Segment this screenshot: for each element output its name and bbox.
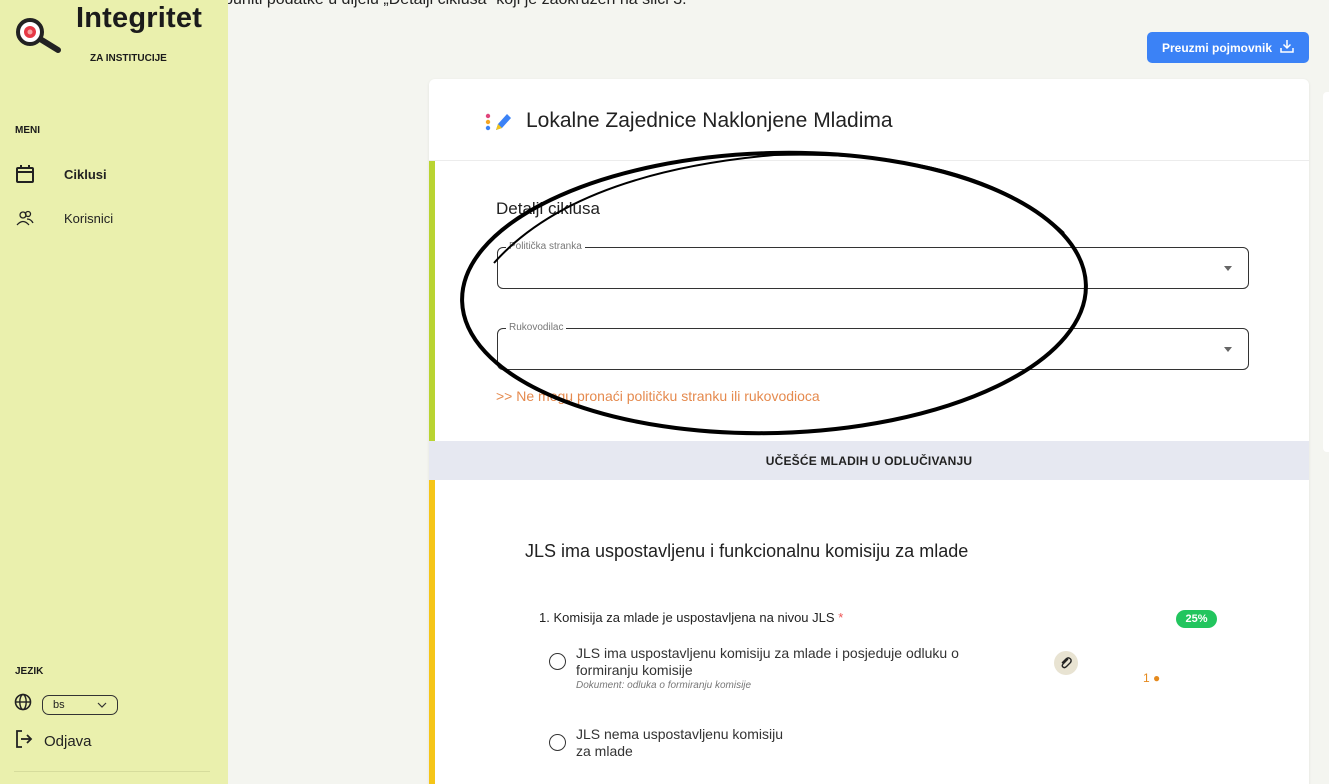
political-party-label: Politička stranka <box>506 241 585 252</box>
sidebar-item-label: Ciklusi <box>64 166 107 182</box>
star-icon: ● <box>1149 671 1161 685</box>
chevron-down-icon <box>97 699 107 711</box>
sidebar-item-ciklusi[interactable]: Ciklusi <box>14 160 214 188</box>
section-heading: JLS ima uspostavljenu i funkcionalnu kom… <box>525 541 969 561</box>
download-glossary-button[interactable]: Preuzmi pojmovnik <box>1147 32 1309 63</box>
cannot-find-link[interactable]: >> Ne mogu pronaći političku stranku ili… <box>496 388 820 404</box>
card-header: Lokalne Zajednice Naklonjene Mladima <box>429 79 1309 161</box>
option-text-line1: JLS ima uspostavljenu komisiju za mlade … <box>576 645 959 661</box>
option-yes[interactable]: JLS ima uspostavljenu komisiju za mlade … <box>549 645 959 691</box>
logout-icon <box>14 729 34 753</box>
section-accent-bar <box>429 480 435 784</box>
language-select[interactable]: bs <box>42 694 118 715</box>
calendar-icon <box>14 163 36 185</box>
download-icon <box>1280 39 1294 56</box>
language-label: JEZIK <box>15 666 44 677</box>
dropdown-caret-icon <box>1224 266 1232 271</box>
menu-label: MENI <box>15 125 40 136</box>
option-text-line1: JLS nema uspostavljenu komisiju <box>576 726 783 742</box>
logout-label: Odjava <box>44 732 92 750</box>
required-mark: * <box>838 610 844 625</box>
section-banner: UČEŠĆE MLADIH U ODLUČIVANJU <box>429 441 1309 480</box>
pencil-icon <box>485 113 511 131</box>
manager-label: Rukovodilac <box>506 322 567 333</box>
question-text: 1. Komisija za mlade je uspostavljena na… <box>539 610 835 625</box>
question-1: 1. Komisija za mlade je uspostavljena na… <box>539 610 843 625</box>
manager-select[interactable]: Rukovodilac <box>497 322 1249 370</box>
sidebar: Integritet ZA INSTITUCIJE MENI Ciklusi K… <box>0 0 228 784</box>
app-subtitle: ZA INSTITUCIJE <box>90 53 167 64</box>
users-icon <box>14 207 36 229</box>
main-card: Lokalne Zajednice Naklonjene Mladima Det… <box>429 79 1309 784</box>
attachment-icon[interactable] <box>1054 651 1078 675</box>
points-indicator: 1 ● <box>1143 671 1160 685</box>
sidebar-item-korisnici[interactable]: Korisnici <box>14 204 214 232</box>
progress-badge: 25% <box>1176 610 1217 628</box>
app-title: Integritet <box>76 2 203 34</box>
dropdown-caret-icon <box>1224 347 1232 352</box>
page-title: Lokalne Zajednice Naklonjene Mladima <box>526 109 893 132</box>
magnifier-logo-icon <box>16 18 61 53</box>
language-row: bs <box>14 693 118 716</box>
section-accent-bar <box>429 161 435 441</box>
cycle-details-section: Detalji ciklusa Politička stranka Rukovo… <box>429 161 1309 441</box>
option-text-line2: za mlade <box>576 743 633 759</box>
download-label: Preuzmi pojmovnik <box>1161 40 1273 55</box>
language-value: bs <box>53 698 65 711</box>
details-heading: Detalji ciklusa <box>496 199 600 218</box>
radio-button[interactable] <box>549 653 566 670</box>
option-text-line2: formiranju komisije <box>576 662 693 678</box>
option-no[interactable]: JLS nema uspostavljenu komisiju za mlade <box>549 726 783 760</box>
side-panel-edge <box>1323 92 1329 452</box>
youth-participation-section: JLS ima uspostavljenu i funkcionalnu kom… <box>429 480 1309 784</box>
sidebar-divider <box>14 771 210 772</box>
globe-icon <box>14 693 32 716</box>
sidebar-item-label: Korisnici <box>64 210 114 226</box>
radio-button[interactable] <box>549 734 566 751</box>
political-party-select[interactable]: Politička stranka <box>497 241 1249 289</box>
option-document-note: Dokument: odluka o formiranju komisije <box>576 680 752 691</box>
points-value: 1 <box>1143 671 1150 685</box>
logout-button[interactable]: Odjava <box>14 729 92 753</box>
